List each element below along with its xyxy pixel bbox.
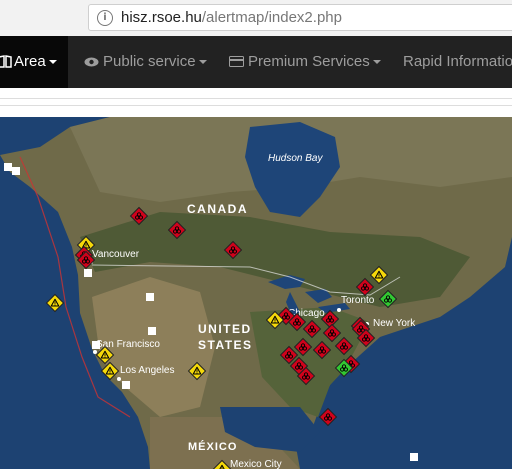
info-icon[interactable]: i bbox=[97, 10, 113, 26]
address-bar[interactable]: i hisz.rsoe.hu/alertmap/index2.php bbox=[88, 4, 512, 31]
label-los-angeles: Los Angeles bbox=[120, 365, 175, 376]
nav-premium-services-label: Premium Services bbox=[248, 53, 370, 70]
label-canada: CANADA bbox=[187, 202, 248, 216]
small-event-icon bbox=[122, 381, 130, 389]
nav-area[interactable]: Area bbox=[0, 36, 68, 88]
nav-premium-services[interactable]: Premium Services bbox=[229, 36, 381, 88]
small-event-icon bbox=[84, 269, 92, 277]
url-path: /alertmap/index2.php bbox=[201, 9, 342, 26]
browser-toolbar: i hisz.rsoe.hu/alertmap/index2.php bbox=[0, 0, 512, 36]
chevron-down-icon bbox=[198, 60, 207, 65]
label-mexico-city: Mexico City bbox=[230, 459, 282, 469]
city-dot-san-francisco bbox=[93, 350, 97, 354]
alert-map[interactable]: Hudson Bay CANADA UNITED STATES MÉXICO V… bbox=[0, 117, 512, 469]
card-icon bbox=[229, 56, 244, 67]
nav-area-label: Area bbox=[14, 53, 46, 70]
small-event-icon bbox=[12, 167, 20, 175]
label-vancouver: Vancouver bbox=[92, 249, 140, 260]
label-mexico: MÉXICO bbox=[188, 440, 237, 453]
nav-rapid-information-label: Rapid Information bbox=[403, 53, 512, 70]
city-dot-los-angeles bbox=[117, 377, 121, 381]
url-text[interactable]: hisz.rsoe.hu/alertmap/index2.php bbox=[121, 9, 342, 26]
book-icon bbox=[0, 55, 12, 68]
label-new-york: New York bbox=[373, 318, 416, 329]
map-toolbar-strip bbox=[0, 98, 512, 106]
label-toronto: Toronto bbox=[341, 295, 375, 306]
small-event-icon bbox=[146, 293, 154, 301]
label-hudson-bay: Hudson Bay bbox=[268, 153, 323, 164]
url-host: hisz.rsoe.hu bbox=[121, 9, 202, 26]
chevron-down-icon bbox=[48, 60, 57, 65]
small-event-icon bbox=[92, 341, 100, 349]
label-united: UNITED bbox=[198, 322, 252, 336]
city-dot-toronto bbox=[337, 308, 341, 312]
eye-icon bbox=[84, 57, 99, 67]
top-navbar: Area Public service Premium Services Rap… bbox=[0, 36, 512, 88]
chevron-down-icon bbox=[372, 60, 381, 65]
map-canvas: Hudson Bay CANADA UNITED STATES MÉXICO V… bbox=[0, 117, 512, 469]
nav-public-service-label: Public service bbox=[103, 53, 196, 70]
small-event-icon bbox=[4, 163, 12, 171]
nav-rapid-information[interactable]: Rapid Information bbox=[403, 36, 512, 88]
label-states: STATES bbox=[198, 338, 253, 352]
nav-public-service[interactable]: Public service bbox=[84, 36, 207, 88]
small-event-icon bbox=[410, 453, 418, 461]
small-event-icon bbox=[148, 327, 156, 335]
